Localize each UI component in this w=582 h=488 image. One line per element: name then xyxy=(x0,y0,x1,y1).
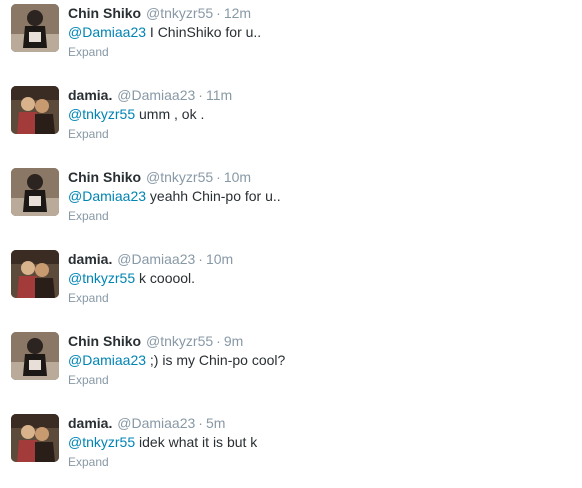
avatar[interactable] xyxy=(11,86,59,134)
profile-photo-icon xyxy=(11,4,59,52)
separator: · xyxy=(216,5,221,21)
fullname[interactable]: damia. xyxy=(68,251,112,267)
expand-link[interactable]: Expand xyxy=(68,454,109,470)
tweet-item[interactable]: damia. @Damiaa23 · 11m @tnkyzr55 umm , ok … xyxy=(0,82,582,160)
avatar[interactable] xyxy=(11,168,59,216)
mention-link[interactable]: @Damiaa23 xyxy=(68,352,146,368)
tweet-header: damia. @Damiaa23 · 5m xyxy=(68,414,225,432)
expand-link[interactable]: Expand xyxy=(68,372,109,388)
tweet-body: umm , ok . xyxy=(135,106,205,122)
fullname[interactable]: Chin Shiko xyxy=(68,169,141,185)
timestamp[interactable]: 10m xyxy=(224,169,251,185)
username[interactable]: @Damiaa23 xyxy=(117,415,195,431)
username[interactable]: @tnkyzr55 xyxy=(146,333,213,349)
tweet-header: damia. @Damiaa23 · 10m xyxy=(68,250,233,268)
tweet-header: Chin Shiko @tnkyzr55 · 12m xyxy=(68,4,251,22)
tweet-text: @Damiaa23 I ChinShiko for u.. xyxy=(68,23,261,41)
timestamp[interactable]: 5m xyxy=(206,415,225,431)
avatar[interactable] xyxy=(11,332,59,380)
username[interactable]: @tnkyzr55 xyxy=(146,169,213,185)
expand-link[interactable]: Expand xyxy=(68,126,109,142)
tweet-body: k cooool. xyxy=(135,270,196,286)
timestamp[interactable]: 9m xyxy=(224,333,243,349)
separator: · xyxy=(198,87,203,103)
mention-link[interactable]: @Damiaa23 xyxy=(68,24,146,40)
expand-link[interactable]: Expand xyxy=(68,208,109,224)
profile-photo-icon xyxy=(11,250,59,298)
separator: · xyxy=(198,251,203,267)
username[interactable]: @Damiaa23 xyxy=(117,87,195,103)
tweet-body: yeahh Chin-po for u.. xyxy=(146,188,281,204)
tweet-item[interactable]: Chin Shiko @tnkyzr55 · 10m @Damiaa23 yeahh… xyxy=(0,164,582,242)
mention-link[interactable]: @tnkyzr55 xyxy=(68,270,135,286)
username[interactable]: @tnkyzr55 xyxy=(146,5,213,21)
tweet-body: I ChinShiko for u.. xyxy=(146,24,262,40)
tweet-header: Chin Shiko @tnkyzr55 · 10m xyxy=(68,168,251,186)
tweet-header: Chin Shiko @tnkyzr55 · 9m xyxy=(68,332,243,350)
expand-link[interactable]: Expand xyxy=(68,44,109,60)
fullname[interactable]: damia. xyxy=(68,415,112,431)
username[interactable]: @Damiaa23 xyxy=(117,251,195,267)
tweet-text: @Damiaa23 ;) is my Chin-po cool? xyxy=(68,351,285,369)
timestamp[interactable]: 12m xyxy=(224,5,251,21)
timestamp[interactable]: 10m xyxy=(206,251,233,267)
profile-photo-icon xyxy=(11,168,59,216)
timestamp[interactable]: 11m xyxy=(206,87,232,103)
tweet-item[interactable]: Chin Shiko @tnkyzr55 · 9m @Damiaa23 ;) is … xyxy=(0,328,582,406)
tweet-text: @tnkyzr55 idek what it is but k xyxy=(68,433,257,451)
avatar[interactable] xyxy=(11,4,59,52)
fullname[interactable]: damia. xyxy=(68,87,112,103)
tweet-header: damia. @Damiaa23 · 11m xyxy=(68,86,232,104)
expand-link[interactable]: Expand xyxy=(68,290,109,306)
profile-photo-icon xyxy=(11,86,59,134)
fullname[interactable]: Chin Shiko xyxy=(68,5,141,21)
separator: · xyxy=(216,169,221,185)
avatar[interactable] xyxy=(11,414,59,462)
profile-photo-icon xyxy=(11,414,59,462)
tweet-item[interactable]: damia. @Damiaa23 · 10m @tnkyzr55 k cooool.… xyxy=(0,246,582,324)
mention-link[interactable]: @Damiaa23 xyxy=(68,188,146,204)
tweet-item[interactable]: Chin Shiko @tnkyzr55 · 12m @Damiaa23 I Chi… xyxy=(0,0,582,78)
tweet-body: ;) is my Chin-po cool? xyxy=(146,352,286,368)
tweet-item[interactable]: damia. @Damiaa23 · 5m @tnkyzr55 idek what … xyxy=(0,410,582,488)
profile-photo-icon xyxy=(11,332,59,380)
separator: · xyxy=(216,333,221,349)
mention-link[interactable]: @tnkyzr55 xyxy=(68,434,135,450)
tweet-text: @tnkyzr55 k cooool. xyxy=(68,269,195,287)
tweet-text: @tnkyzr55 umm , ok . xyxy=(68,105,204,123)
separator: · xyxy=(198,415,203,431)
tweet-body: idek what it is but k xyxy=(135,434,258,450)
avatar[interactable] xyxy=(11,250,59,298)
mention-link[interactable]: @tnkyzr55 xyxy=(68,106,135,122)
tweet-text: @Damiaa23 yeahh Chin-po for u.. xyxy=(68,187,281,205)
fullname[interactable]: Chin Shiko xyxy=(68,333,141,349)
